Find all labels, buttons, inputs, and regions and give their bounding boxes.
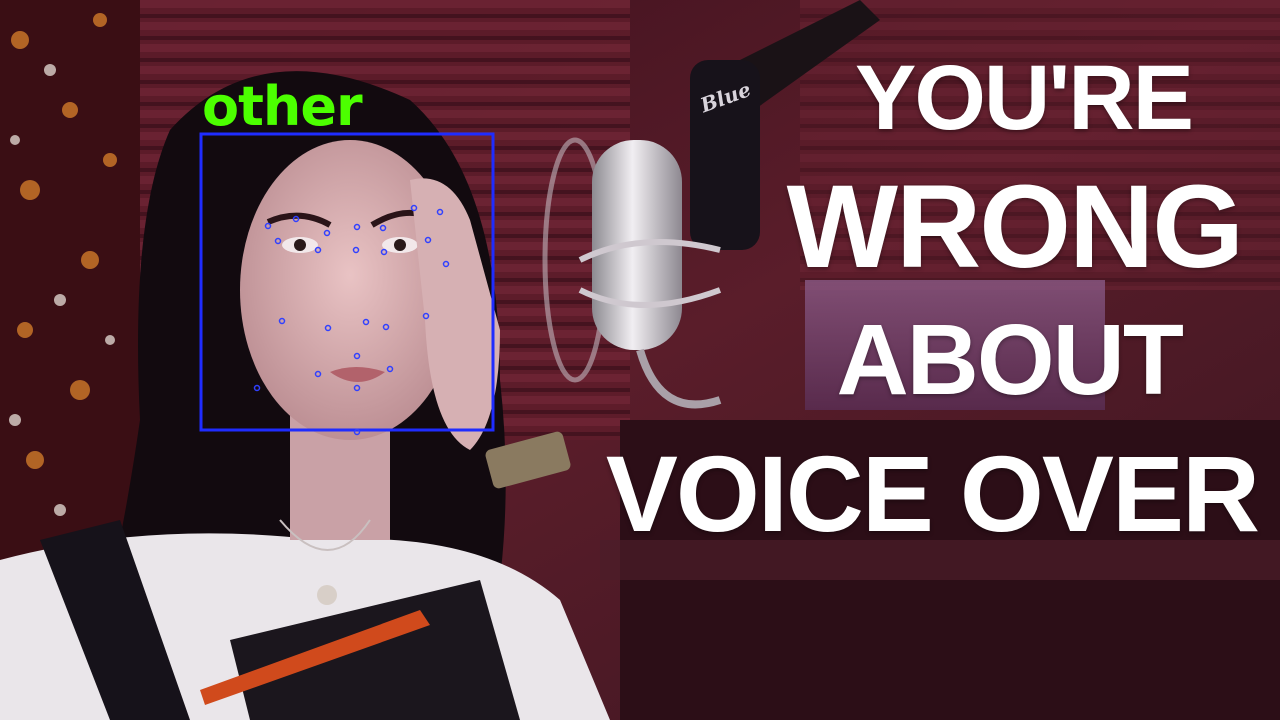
thumbnail-title-line-2: WRONG	[786, 161, 1244, 293]
necklace-pendant	[317, 585, 337, 605]
thumbnail-title-line-1: YOU'RE	[854, 47, 1194, 149]
patterned-curtain	[0, 0, 140, 580]
detection-label: other	[202, 75, 363, 138]
thumbnail-title-line-4: VOICE OVER	[605, 433, 1260, 554]
thumbnail-title-line-3: ABOUT	[836, 304, 1184, 416]
